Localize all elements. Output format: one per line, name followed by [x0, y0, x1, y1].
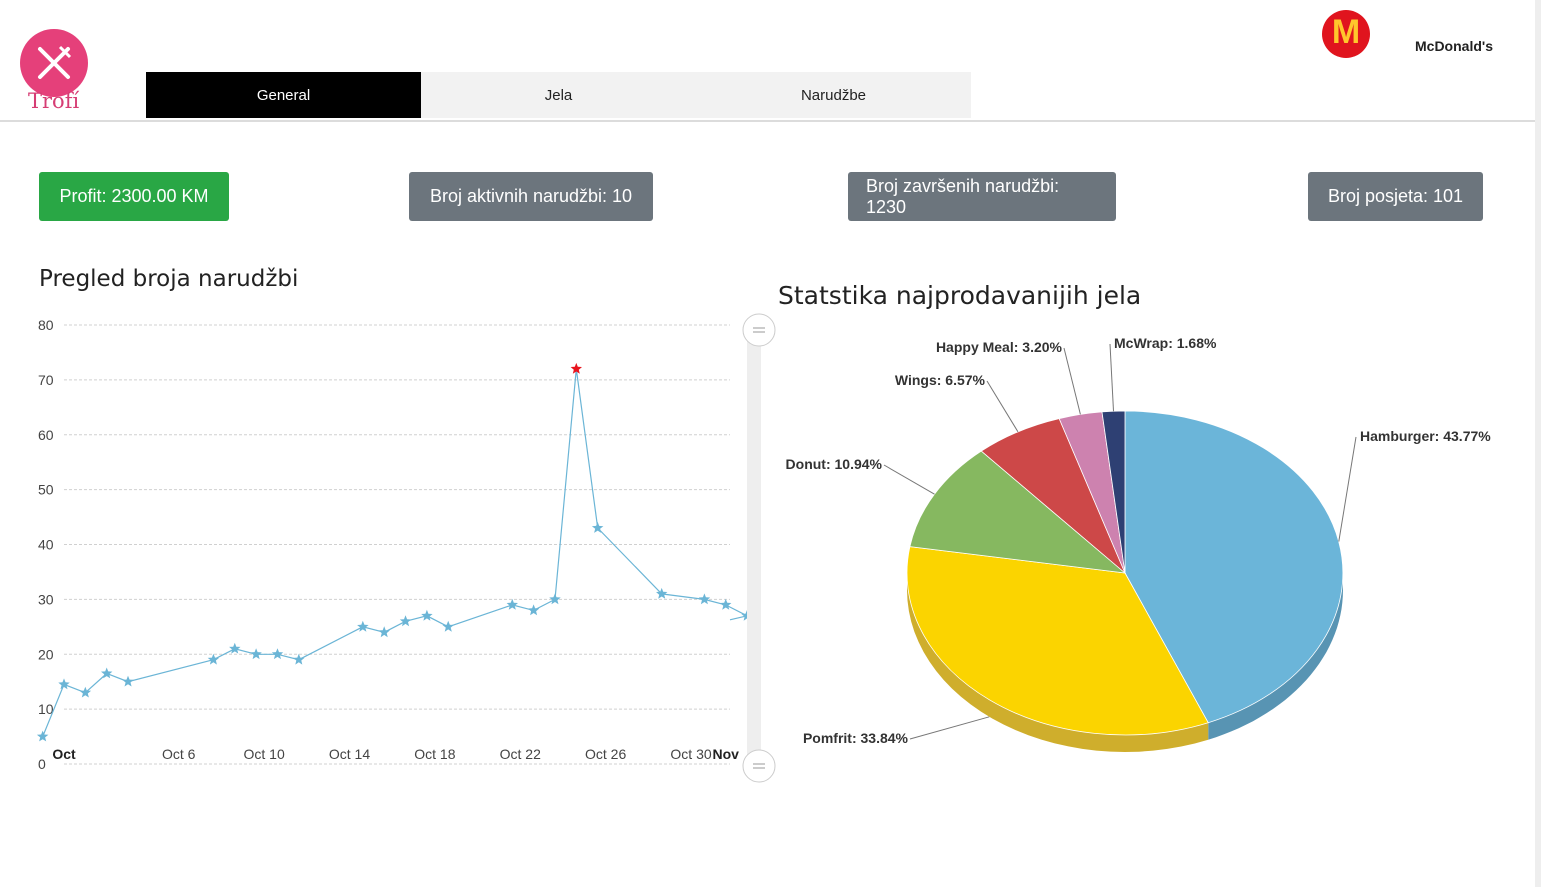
data-point[interactable] — [442, 620, 454, 632]
y-tick-label: 20 — [38, 646, 54, 662]
y-tick-label: 80 — [38, 317, 54, 333]
pie-label-connector — [909, 716, 990, 740]
x-tick-label: Oct 6 — [162, 746, 196, 762]
main-tabs: General Jela Narudžbe — [146, 72, 971, 118]
fork-knife-icon — [20, 29, 88, 97]
data-point[interactable] — [399, 615, 412, 627]
x-tick-label: Oct 14 — [329, 746, 370, 762]
data-point[interactable] — [506, 598, 518, 610]
y-tick-label: 50 — [38, 482, 54, 498]
y-tick-label: 0 — [38, 756, 46, 772]
pie-label-connector — [883, 464, 935, 495]
orders-chart-title: Pregled broja narudžbi — [39, 266, 299, 292]
data-point[interactable] — [357, 620, 369, 632]
data-point[interactable] — [293, 653, 305, 665]
logo-text: Trofí — [28, 89, 80, 113]
dishes-pie-chart[interactable]: Hamburger: 43.77% Pomfrit: 33.84% Donut: 1… — [770, 320, 1530, 790]
pie-label: McWrap: 1.68% — [1114, 335, 1217, 351]
range-scrollbar[interactable] — [747, 335, 761, 767]
restaurant-name[interactable]: McDonald's — [1415, 38, 1493, 54]
completed-orders-badge[interactable]: Broj završenih narudžbi: 1230 — [848, 172, 1116, 221]
y-tick-label: 70 — [38, 372, 54, 388]
pie-label: Wings: 6.57% — [895, 372, 986, 388]
data-point[interactable] — [527, 604, 540, 616]
pie-label: Happy Meal: 3.20% — [936, 339, 1063, 355]
x-tick-label: Oct 30 — [670, 746, 711, 762]
x-tick-label: Oct 26 — [585, 746, 626, 762]
pie-label-connector — [1338, 436, 1357, 542]
pie-label: Pomfrit: 33.84% — [803, 730, 909, 746]
x-tick-label: Oct 18 — [414, 746, 455, 762]
pie-label-connector — [1109, 343, 1114, 412]
x-tick-label: Oct 22 — [500, 746, 541, 762]
data-point[interactable] — [720, 598, 732, 610]
restaurant-logo-mark: M — [1331, 13, 1361, 51]
trofi-logo[interactable]: Trofí — [20, 29, 90, 119]
data-point[interactable] — [207, 653, 220, 665]
dishes-chart-title: Statstika najprodavanijih jela — [778, 281, 1142, 310]
tab-jela[interactable]: Jela — [421, 72, 696, 118]
tab-narudzbe[interactable]: Narudžbe — [696, 72, 971, 118]
active-orders-badge[interactable]: Broj aktivnih narudžbi: 10 — [409, 172, 653, 221]
y-tick-label: 40 — [38, 537, 54, 553]
pie-label-connector — [1063, 347, 1081, 415]
y-tick-label: 60 — [38, 427, 54, 443]
data-point[interactable] — [378, 626, 390, 638]
visits-badge[interactable]: Broj posjeta: 101 — [1308, 172, 1483, 221]
data-point[interactable] — [229, 642, 241, 654]
x-tick-label: Nov — [713, 746, 740, 762]
data-point[interactable] — [36, 730, 49, 742]
profit-badge[interactable]: Profit: 2300.00 KM — [39, 172, 229, 221]
data-point[interactable] — [250, 648, 262, 660]
pie-label: Hamburger: 43.77% — [1360, 428, 1491, 444]
header-divider — [0, 120, 1535, 122]
x-tick-label: Oct 10 — [243, 746, 284, 762]
data-point[interactable] — [58, 678, 70, 690]
series-line — [42, 368, 749, 737]
pie-label-connector — [986, 380, 1019, 433]
data-point[interactable] — [698, 593, 711, 605]
data-point[interactable] — [549, 593, 561, 605]
data-point[interactable] — [271, 648, 284, 660]
x-tick-label: Oct — [52, 746, 76, 762]
data-point[interactable] — [421, 609, 433, 621]
pie-label: Donut: 10.94% — [786, 456, 883, 472]
restaurant-logo[interactable]: M — [1322, 10, 1370, 58]
page-edge — [1535, 0, 1541, 887]
y-tick-label: 30 — [38, 591, 54, 607]
tab-general[interactable]: General — [146, 72, 421, 118]
data-point[interactable] — [122, 675, 134, 687]
orders-line-chart[interactable]: 01020304050607080Oct Oct 6 Oct 10 Oct 14 Oct… — [30, 310, 780, 790]
